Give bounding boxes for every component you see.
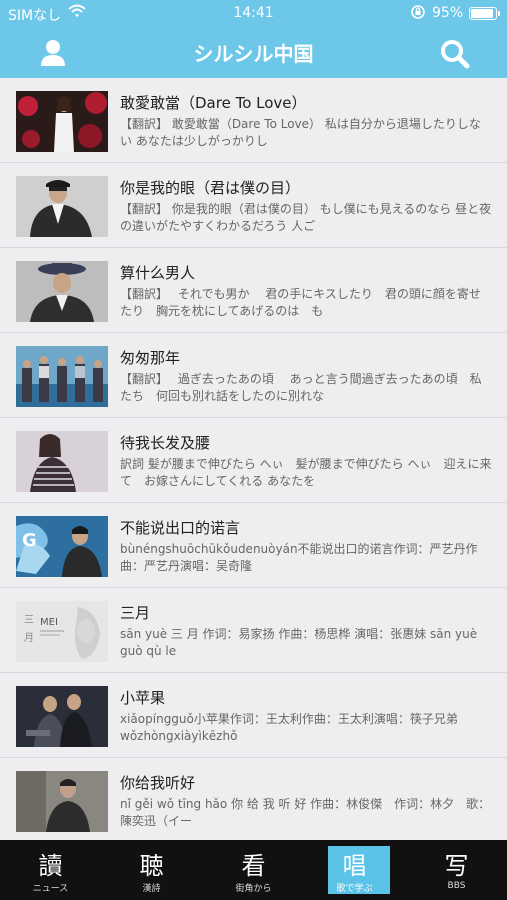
- tab-label: ニュース: [32, 884, 69, 894]
- album-art-caption: MEI: [40, 617, 58, 628]
- song-title: 三月: [120, 604, 151, 622]
- tab-bbs-icon: 写: [444, 852, 469, 880]
- song-description: 訳詞 髪が腰まで伸びたら へぃ 髪が腰まで伸びたら へぃ 迎えに来て お嫁さんに…: [120, 457, 492, 488]
- battery-icon: [469, 7, 500, 20]
- status-bar: SIMなし 14:41 95%: [0, 0, 507, 28]
- tab-songs[interactable]: 唱 歌で学ぶ: [304, 840, 405, 900]
- song-description: bùnéngshuōchūkǒudenuòyán不能说出口的诺言作词：严艺丹作曲…: [120, 542, 478, 573]
- song-title: 小苹果: [120, 689, 166, 707]
- song-item[interactable]: 待我长发及腰 訳詞 髪が腰まで伸びたら へぃ 髪が腰まで伸びたら へぃ 迎えに来…: [0, 418, 507, 503]
- song-item[interactable]: 你是我的眼（君は僕の目） 【翻訳】 你是我的眼（君は僕の目） もし僕にも見えるの…: [0, 163, 507, 248]
- song-item[interactable]: 你给我听好 nǐ gěi wǒ tīng hǎo 你 给 我 听 好 作曲：林俊…: [0, 758, 507, 840]
- song-title: 不能说出口的诺言: [120, 519, 241, 537]
- tab-label: BBS: [447, 881, 466, 891]
- svg-text:三: 三: [24, 615, 34, 626]
- song-item[interactable]: 三 月 MEI 三月 sān yuè 三 月 作词：易家扬 作曲：杨思桦 演唱：…: [0, 588, 507, 673]
- rotation-lock-icon: [410, 4, 426, 24]
- song-title: 算什么男人: [120, 264, 196, 282]
- tab-label: 歌で学ぶ: [336, 884, 373, 894]
- search-button[interactable]: [437, 36, 473, 72]
- song-description: 【翻訳】 過ぎ去ったあの頃 あっと言う間過ぎ去ったあの頃 私たち 何回も別れ話を…: [120, 372, 482, 403]
- song-thumbnail: [16, 261, 108, 322]
- tab-bbs[interactable]: 写 BBS: [406, 840, 507, 900]
- tab-street-icon: 看: [241, 852, 266, 880]
- song-title: 匆匆那年: [120, 349, 181, 367]
- tab-bar: 讀 ニュース 聴 漢詩 看 街角から 唱 歌で学ぶ 写 BBS: [0, 840, 507, 900]
- tab-street[interactable]: 看 街角から: [203, 840, 304, 900]
- song-description: sān yuè 三 月 作词：易家扬 作曲：杨思桦 演唱：张惠妹 sān yuè…: [120, 627, 478, 658]
- song-description: 【翻訳】 你是我的眼（君は僕の目） もし僕にも見えるのなら 昼と夜の違いがたやす…: [120, 202, 492, 233]
- tab-poetry-icon: 聴: [139, 852, 164, 880]
- search-icon: [441, 40, 470, 69]
- song-item[interactable]: 敢愛敢當（Dare To Love） 【翻訳】 敢愛敢當（Dare To Lov…: [0, 78, 507, 163]
- song-thumbnail: [16, 431, 108, 492]
- song-thumbnail: G: [16, 516, 108, 577]
- song-item[interactable]: 算什么男人 【翻訳】 それでも男か 君の手にキスしたり 君の頭に顔を寄せたり 胸…: [0, 248, 507, 333]
- song-item[interactable]: 小苹果 xiǎopíngguǒ小苹果作词：王太利作曲：王太利演唱：筷子兄弟 wǒ…: [0, 673, 507, 758]
- song-description: 【翻訳】 敢愛敢當（Dare To Love） 私は自分から退場したりしない あ…: [120, 117, 481, 148]
- clock: 14:41: [233, 5, 274, 21]
- song-item[interactable]: G 不能说出口的诺言 bùnéngshuōchūkǒudenuòyán不能说出口…: [0, 503, 507, 588]
- tab-poetry[interactable]: 聴 漢詩: [101, 840, 202, 900]
- song-description: xiǎopíngguǒ小苹果作词：王太利作曲：王太利演唱：筷子兄弟 wǒzhòn…: [120, 712, 458, 743]
- song-thumbnail: [16, 346, 108, 407]
- song-title: 你给我听好: [120, 774, 196, 792]
- song-description: 【翻訳】 それでも男か 君の手にキスしたり 君の頭に顔を寄せたり 胸元を枕にして…: [120, 287, 481, 318]
- tab-news-icon: 讀: [38, 852, 63, 880]
- song-title: 敢愛敢當（Dare To Love）: [120, 94, 307, 112]
- tab-label: 漢詩: [142, 884, 161, 894]
- song-item[interactable]: 匆匆那年 【翻訳】 過ぎ去ったあの頃 あっと言う間過ぎ去ったあの頃 私たち 何回…: [0, 333, 507, 418]
- song-thumbnail: [16, 91, 108, 152]
- song-title: 你是我的眼（君は僕の目）: [120, 179, 301, 197]
- page-title: シルシル中国: [193, 42, 314, 66]
- battery-percentage: 95%: [432, 5, 464, 21]
- nav-bar: シルシル中国: [0, 28, 507, 78]
- song-list[interactable]: 敢愛敢當（Dare To Love） 【翻訳】 敢愛敢當（Dare To Lov…: [0, 78, 507, 840]
- svg-text:G: G: [22, 530, 37, 551]
- tab-label: 街角から: [235, 884, 272, 894]
- tab-news[interactable]: 讀 ニュース: [0, 840, 101, 900]
- song-thumbnail: [16, 686, 108, 747]
- song-title: 待我长发及腰: [120, 434, 211, 452]
- song-thumbnail: 三 月 MEI: [16, 601, 108, 662]
- song-description: nǐ gěi wǒ tīng hǎo 你 给 我 听 好 作曲：林俊傑 作词：林…: [120, 797, 491, 828]
- tab-songs-icon: 唱: [342, 852, 367, 880]
- song-thumbnail: [16, 771, 108, 832]
- svg-text:月: 月: [24, 632, 34, 644]
- song-thumbnail: [16, 176, 108, 237]
